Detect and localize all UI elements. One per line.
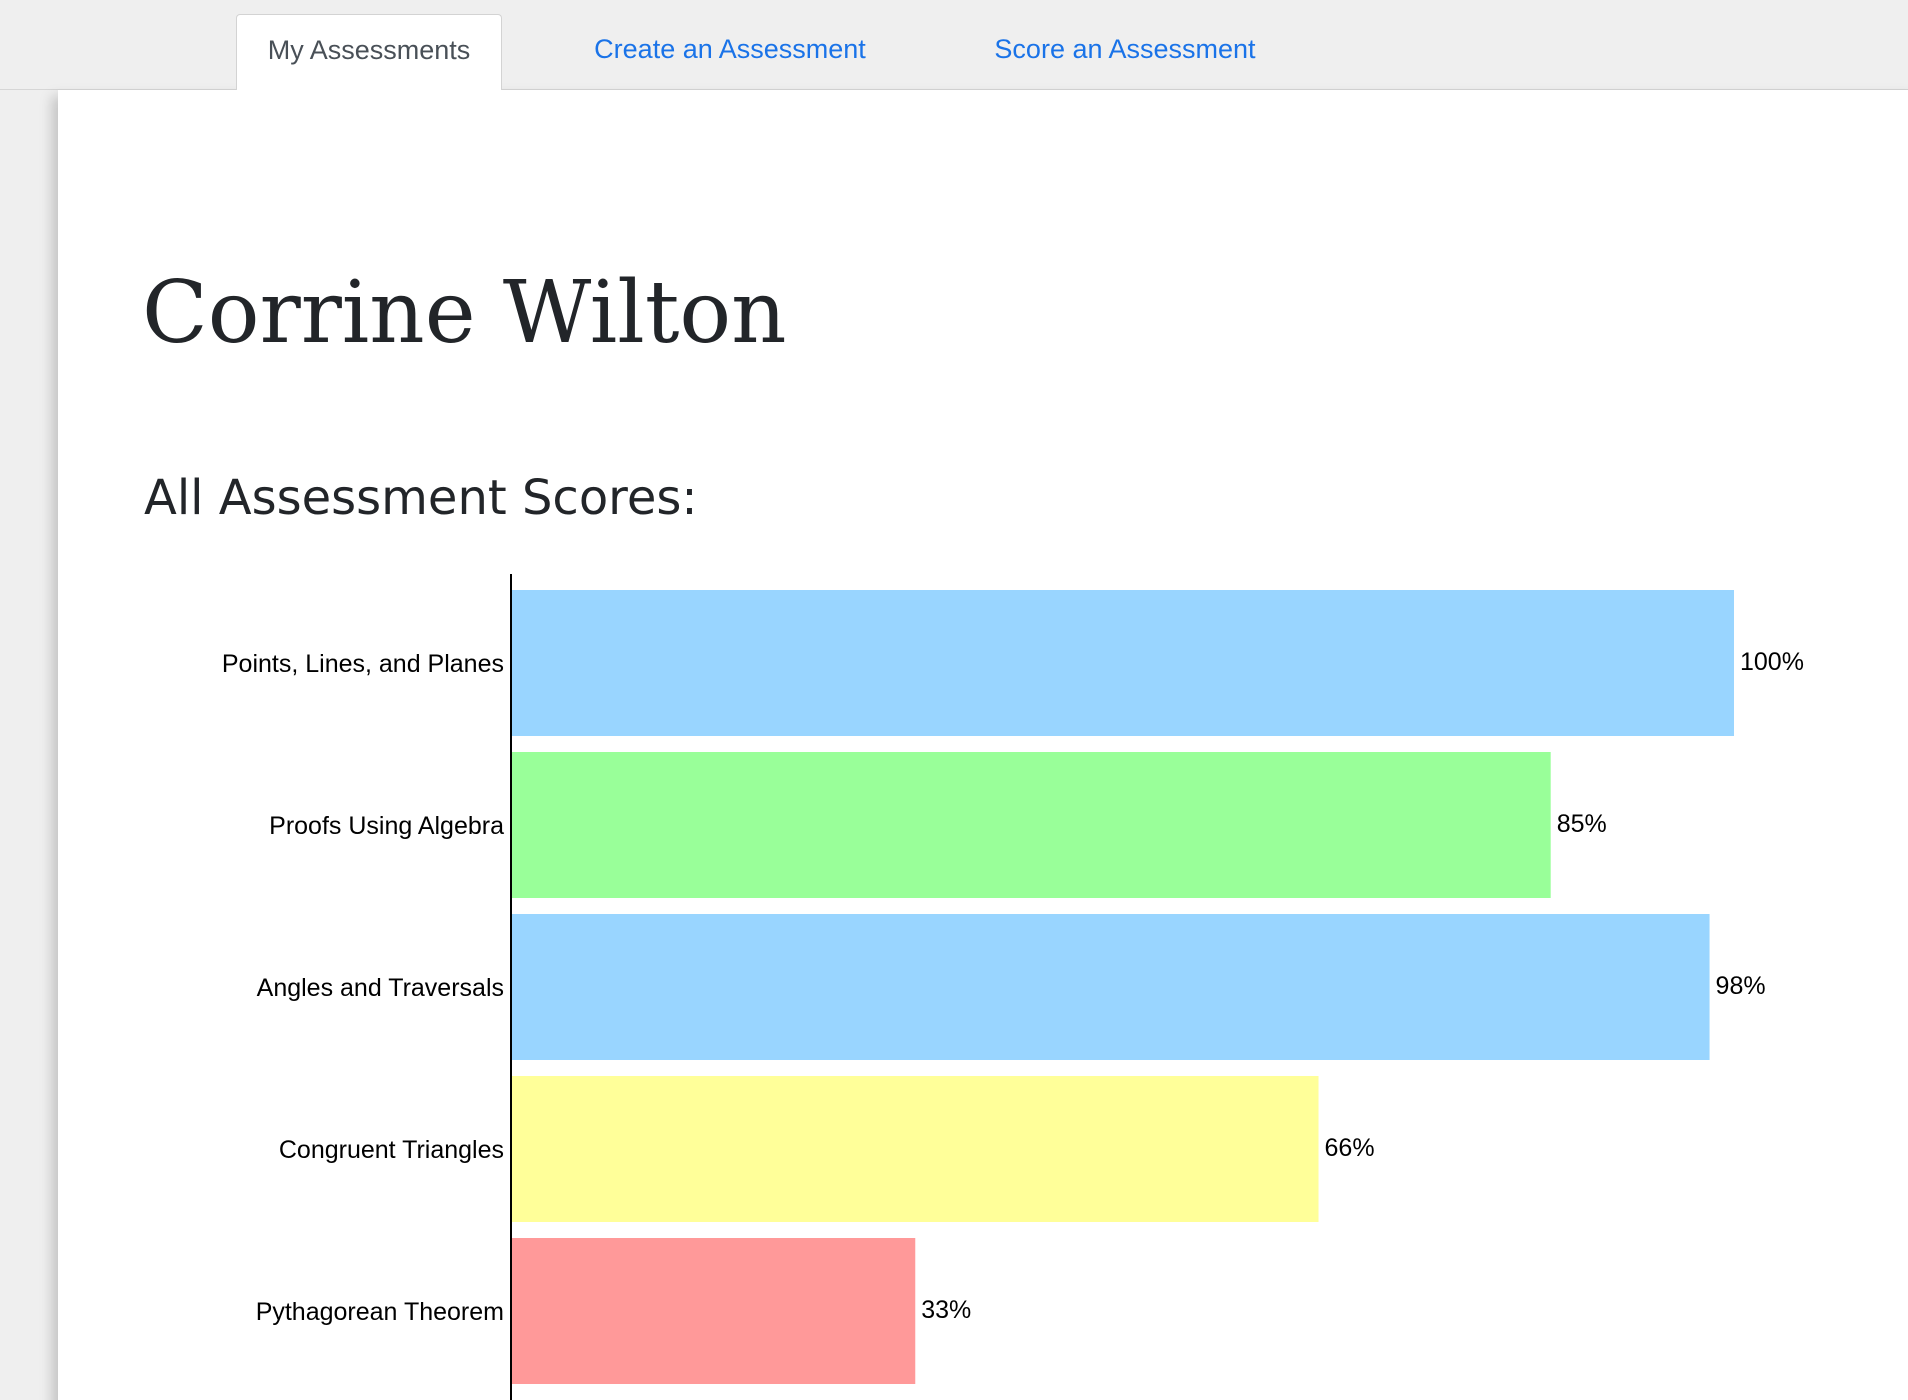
chart-value-label: 98%	[1716, 972, 1766, 1000]
chart-category-label: Pythagorean Theorem	[256, 1298, 504, 1326]
scores-bar-chart: Points, Lines, and Planes 100% Proofs Usin…	[222, 574, 1804, 1400]
chart-bar	[512, 590, 1734, 736]
app-window: My Assessments Create an Assessment Scor…	[0, 0, 1908, 1400]
chart-value-label: 33%	[921, 1296, 971, 1324]
chart-bar	[512, 752, 1551, 898]
chart-category-label: Congruent Triangles	[279, 1136, 504, 1164]
chart-category-label: Proofs Using Algebra	[269, 812, 504, 840]
chart-value-label: 85%	[1557, 810, 1607, 838]
chart-bar	[512, 914, 1710, 1060]
chart-bar	[512, 1238, 916, 1384]
tab-my-assessments[interactable]: My Assessments	[236, 14, 502, 90]
chart-category-label: Points, Lines, and Planes	[222, 650, 504, 678]
chart-value-label: 100%	[1740, 648, 1804, 676]
chart-value-label: 66%	[1325, 1134, 1375, 1162]
chart-bar	[512, 1076, 1319, 1222]
chart-category-label: Angles and Traversals	[257, 974, 504, 1002]
